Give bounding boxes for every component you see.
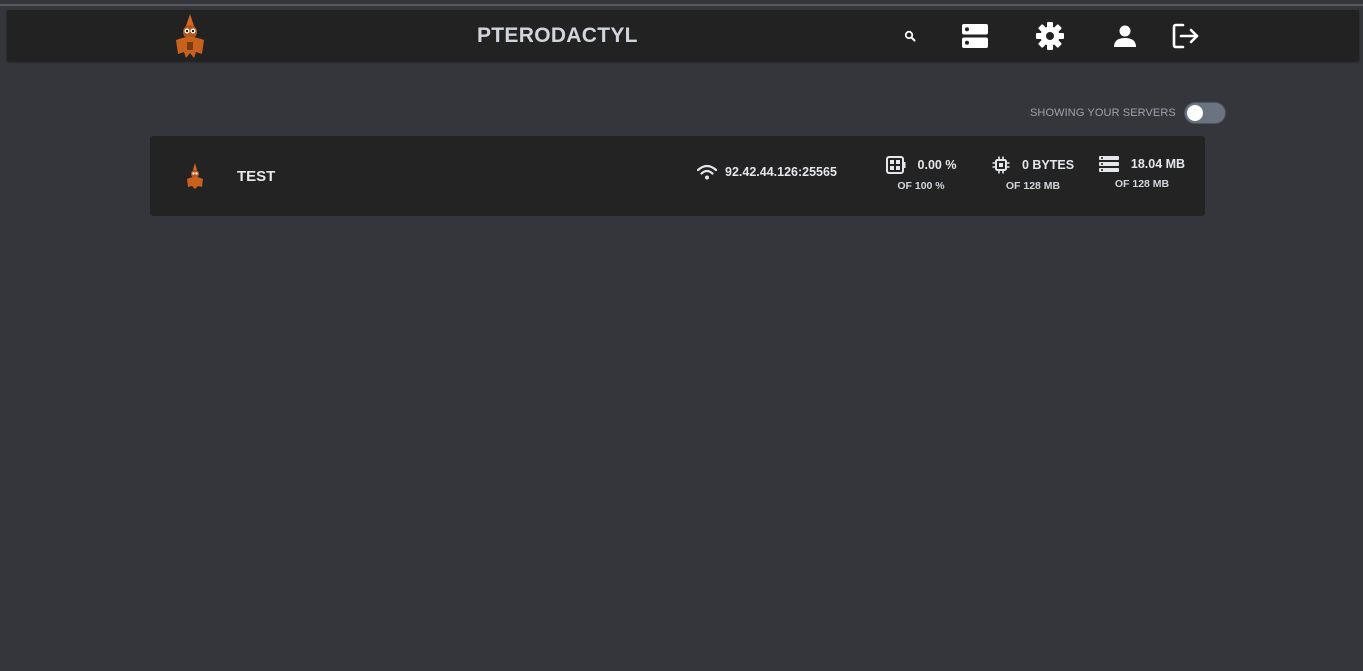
toggle-knob <box>1186 105 1203 121</box>
server-address: 92.42.44.126:25565 <box>697 164 837 180</box>
memory-chip-icon <box>992 156 1010 174</box>
memory-limit: OF 128 MB <box>1005 180 1061 192</box>
pterodactyl-logo[interactable] <box>167 12 213 60</box>
show-all-servers-toggle[interactable] <box>1183 102 1226 124</box>
filter-label: SHOWING YOUR SERVERS <box>1030 107 1176 119</box>
servers-icon[interactable] <box>957 10 993 61</box>
account-icon[interactable] <box>1108 10 1142 61</box>
logout-icon[interactable] <box>1169 10 1203 61</box>
top-navbar: PTERODACTYL <box>7 10 1359 61</box>
disk-icon <box>1098 156 1119 172</box>
settings-icon[interactable] <box>1032 10 1068 61</box>
server-card[interactable]: TEST 92.42.44.126:25565 0.00 % OF 100 % <box>150 136 1205 216</box>
server-filter: SHOWING YOUR SERVERS <box>1030 102 1226 124</box>
brand-title[interactable]: PTERODACTYL <box>477 24 638 48</box>
window-top-strip <box>0 0 1363 10</box>
search-icon[interactable] <box>895 10 925 61</box>
server-name: TEST <box>237 168 276 185</box>
disk-limit: OF 128 MB <box>1114 178 1170 190</box>
cpu-icon <box>885 156 906 174</box>
cpu-stat: 0.00 % OF 100 % <box>866 156 976 192</box>
memory-value: 0 BYTES <box>1021 158 1075 172</box>
address-text: 92.42.44.126:25565 <box>725 165 837 179</box>
memory-stat: 0 BYTES OF 128 MB <box>978 156 1088 192</box>
disk-value: 18.04 MB <box>1130 157 1186 171</box>
window-top-border <box>0 4 1363 6</box>
server-egg-icon <box>183 162 207 190</box>
disk-stat: 18.04 MB OF 128 MB <box>1087 156 1197 190</box>
cpu-limit: OF 100 % <box>897 180 945 192</box>
cpu-value: 0.00 % <box>917 158 957 172</box>
wifi-icon <box>697 164 717 180</box>
